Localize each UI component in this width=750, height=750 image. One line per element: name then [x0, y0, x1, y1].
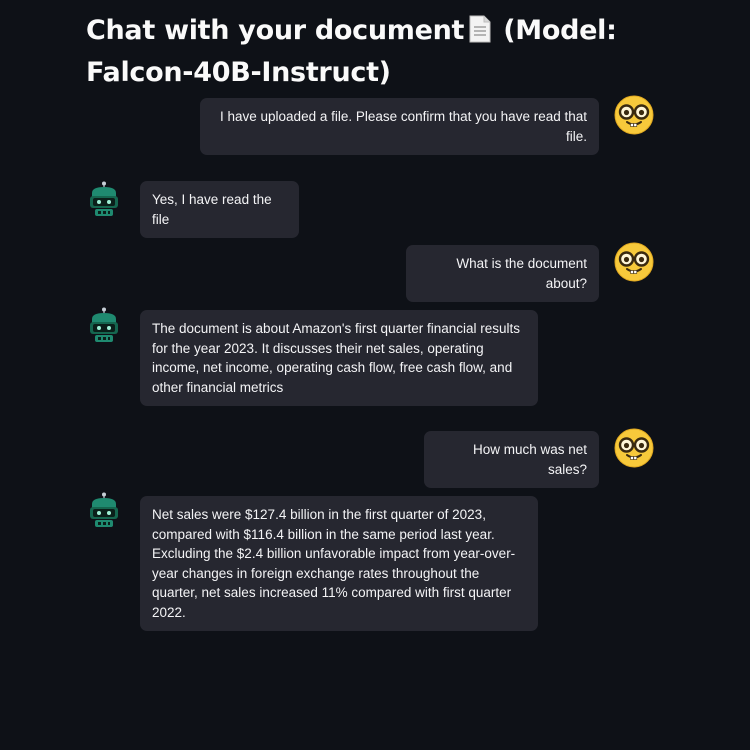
page-title: Chat with your document (Model: Falcon-4… [86, 12, 686, 92]
nerd-face-icon [613, 94, 655, 136]
page-title-text: Chat with your document [86, 15, 465, 46]
assistant-message: The document is about Amazon's first qua… [140, 310, 538, 406]
message-text: Net sales were $127.4 billion in the fir… [152, 507, 516, 620]
user-message: How much was net sales? [424, 431, 599, 488]
message-text: How much was net sales? [472, 442, 587, 477]
robot-icon [89, 307, 119, 343]
nerd-face-icon [613, 241, 655, 283]
message-text: The document is about Amazon's first qua… [152, 321, 521, 395]
message-text: What is the document about? [456, 256, 587, 291]
assistant-message: Net sales were $127.4 billion in the fir… [140, 496, 538, 631]
user-message: I have uploaded a file. Please confirm t… [200, 98, 599, 155]
assistant-message: Yes, I have read the file [140, 181, 299, 238]
page-facing-up-icon [468, 15, 492, 54]
message-text: I have uploaded a file. Please confirm t… [220, 109, 587, 144]
robot-icon [89, 492, 119, 528]
nerd-face-icon [613, 427, 655, 469]
user-message: What is the document about? [406, 245, 599, 302]
message-text: Yes, I have read the file [152, 192, 272, 227]
robot-icon [89, 181, 119, 217]
